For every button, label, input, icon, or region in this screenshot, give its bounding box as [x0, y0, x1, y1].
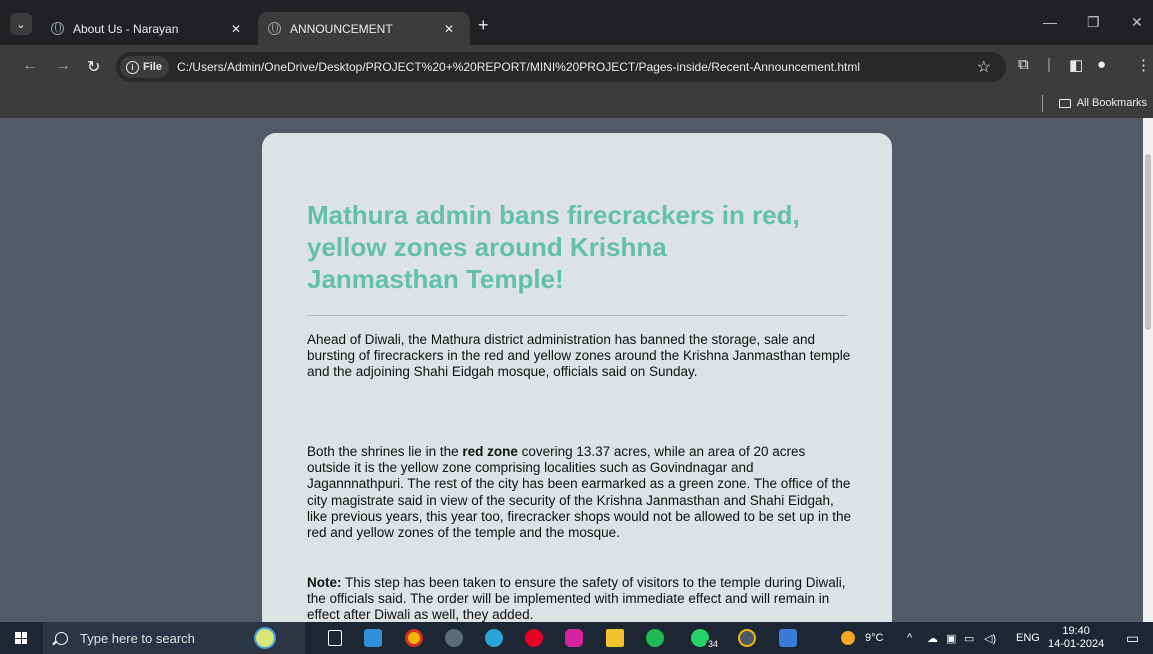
extensions-icon[interactable]: ⧉: [1018, 56, 1029, 73]
url-text[interactable]: C:/Users/Admin/OneDrive/Desktop/PROJECT%…: [177, 60, 1006, 74]
note-text: This step has been taken to ensure the s…: [307, 575, 846, 622]
tab-title: ANNOUNCEMENT: [290, 21, 393, 36]
side-panel-icon[interactable]: ◧: [1069, 56, 1083, 74]
address-bar[interactable]: i File C:/Users/Admin/OneDrive/Desktop/P…: [116, 52, 1006, 82]
whatsapp-badge: 34: [706, 639, 721, 649]
note-label: Note:: [307, 575, 342, 590]
globe-icon: [268, 22, 281, 35]
search-icon: [55, 631, 68, 645]
scheme-label: File: [143, 61, 162, 73]
zones-text-start: Both the shrines lie in the: [307, 444, 463, 459]
weather-moon-icon: [841, 631, 855, 645]
notifications-icon[interactable]: ▭: [1126, 630, 1139, 647]
chrome-profile-icon[interactable]: [738, 629, 756, 647]
store-icon[interactable]: [364, 629, 382, 647]
tab-strip: ⌄ About Us - Narayan ✕ ANNOUNCEMENT ✕ + …: [0, 0, 1153, 45]
spotify-icon[interactable]: [646, 629, 664, 647]
clock-date: 14-01-2024: [1048, 638, 1105, 650]
bookmarks-divider: [1042, 95, 1043, 112]
instagram-icon[interactable]: [565, 629, 583, 647]
tab-title: About Us - Narayan: [73, 21, 179, 36]
info-icon: i: [126, 60, 139, 74]
file-explorer-icon[interactable]: [606, 629, 624, 647]
red-zone-bold: red zone: [462, 444, 518, 459]
clock[interactable]: 19:40 14-01-2024: [1048, 625, 1104, 651]
network-icon[interactable]: ▣: [946, 632, 956, 645]
new-tab-icon[interactable]: +: [478, 15, 489, 36]
chevron-up-icon[interactable]: ^: [907, 632, 912, 644]
paragraph-note: Note: This step has been taken to ensure…: [307, 575, 852, 622]
back-icon[interactable]: ←: [22, 57, 38, 75]
windows-taskbar: Type here to search 34 9°C ^ ☁ ▣ ▭ ◁) EN…: [0, 622, 1153, 654]
edge-icon[interactable]: [485, 629, 503, 647]
profile-avatar-icon[interactable]: ●: [1097, 56, 1106, 73]
bookmark-star-icon[interactable]: ☆: [977, 57, 991, 77]
pinterest-icon[interactable]: [525, 629, 543, 647]
close-tab-icon[interactable]: ✕: [227, 22, 245, 36]
title-divider: [307, 315, 847, 316]
scrollbar-thumb[interactable]: [1145, 154, 1151, 330]
paragraph-intro: Ahead of Diwali, the Mathura district ad…: [307, 332, 851, 380]
forward-icon[interactable]: →: [55, 57, 71, 75]
windows-start-icon[interactable]: [15, 632, 27, 644]
task-view-icon[interactable]: [328, 630, 342, 646]
vscode-icon[interactable]: [779, 629, 797, 647]
tab-search-button[interactable]: ⌄: [10, 13, 32, 35]
browser-toolbar: ← → ↻ i File C:/Users/Admin/OneDrive/Des…: [0, 45, 1153, 90]
weather-temp[interactable]: 9°C: [865, 632, 883, 644]
menu-icon[interactable]: ⋮: [1136, 56, 1151, 74]
app-icon[interactable]: [445, 629, 463, 647]
close-tab-icon[interactable]: ✕: [440, 22, 458, 36]
all-bookmarks-label: All Bookmarks: [1076, 97, 1147, 109]
paragraph-zones: Both the shrines lie in the red zone cov…: [307, 444, 852, 541]
battery-icon[interactable]: ▭: [964, 632, 974, 645]
reload-icon[interactable]: ↻: [87, 57, 100, 77]
globe-icon: [51, 22, 64, 35]
announcement-title: Mathura admin bans firecrackers in red, …: [307, 200, 800, 294]
page-scrollbar[interactable]: [1143, 118, 1153, 622]
clock-time: 19:40: [1062, 625, 1090, 637]
toolbar-divider: |: [1047, 56, 1051, 73]
page-viewport: Mathura admin bans firecrackers in red, …: [0, 118, 1143, 622]
volume-icon[interactable]: ◁): [984, 632, 996, 645]
search-highlight-icon[interactable]: [254, 627, 276, 649]
cloud-icon[interactable]: ☁: [927, 632, 938, 645]
minimize-icon[interactable]: —: [1043, 14, 1057, 30]
all-bookmarks-button[interactable]: All Bookmarks: [1058, 97, 1147, 109]
bookmarks-bar: All Bookmarks: [0, 90, 1153, 118]
tab-about-us[interactable]: About Us - Narayan ✕: [41, 12, 257, 45]
tab-announcement[interactable]: ANNOUNCEMENT ✕: [258, 12, 470, 45]
close-window-icon[interactable]: ✕: [1131, 14, 1143, 31]
chrome-icon[interactable]: [405, 629, 423, 647]
language-indicator[interactable]: ENG: [1016, 632, 1040, 644]
site-info-chip[interactable]: i File: [120, 56, 169, 78]
folder-icon: [1058, 98, 1071, 108]
announcement-card: Mathura admin bans firecrackers in red, …: [262, 133, 892, 622]
restore-icon[interactable]: ❐: [1087, 14, 1100, 31]
search-placeholder: Type here to search: [80, 630, 195, 646]
